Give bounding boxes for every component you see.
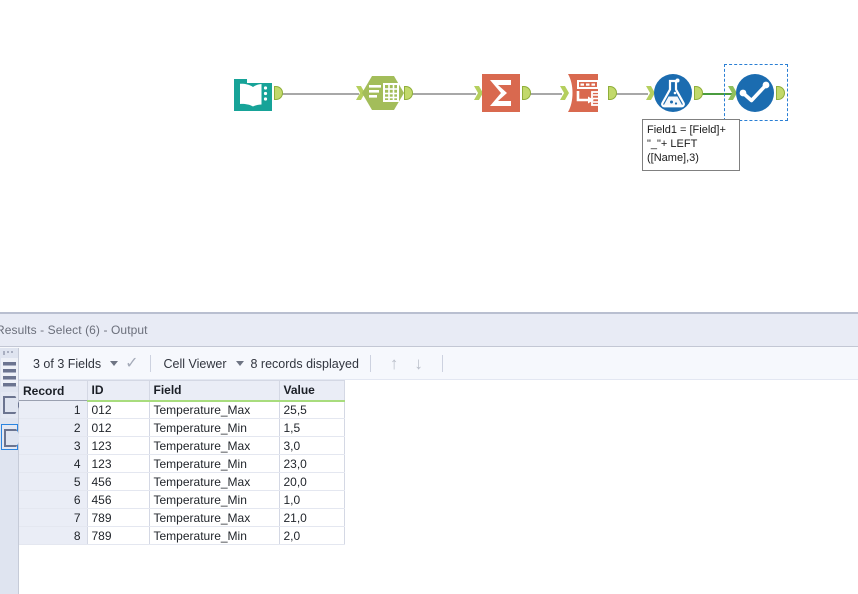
output-anchor-summarize[interactable] — [522, 86, 531, 100]
table-row[interactable]: 6 456 Temperature_Min 1,0 — [19, 490, 345, 509]
cell-record[interactable]: 2 — [19, 418, 88, 437]
table-row[interactable]: 3 123 Temperature_Max 3,0 — [19, 436, 345, 455]
cell-field[interactable]: Temperature_Min — [149, 490, 280, 509]
cell-field[interactable]: Temperature_Min — [149, 418, 280, 437]
table-header-row: Record ID Field Value — [19, 380, 345, 402]
column-header-record[interactable]: Record — [19, 380, 88, 401]
cell-value[interactable]: 1,5 — [279, 418, 345, 437]
cell-value[interactable]: 21,0 — [279, 508, 345, 527]
chevron-down-icon[interactable] — [110, 361, 119, 366]
alteryx-designer-window: Field1 = [Field]+ "_"+ LEFT ([Name],3) R… — [0, 0, 858, 594]
toolbar-separator-3 — [441, 355, 443, 372]
cell-record[interactable]: 8 — [19, 526, 88, 545]
output-anchor-input-data[interactable] — [274, 86, 283, 100]
node-crosstab[interactable] — [560, 70, 617, 116]
cell-value[interactable]: 25,5 — [279, 400, 345, 419]
wire-input-to-select — [279, 93, 359, 95]
results-panel: Results - Select (6) - Output 3 of 3 Fie… — [0, 312, 858, 594]
viewer-label: Cell Viewer — [163, 356, 227, 371]
select-table-icon — [362, 76, 404, 110]
results-grid[interactable]: Record ID Field Value 1 012 Temperature_Ma… — [19, 380, 858, 594]
column-header-id[interactable]: ID — [87, 380, 150, 402]
results-toolbar: 3 of 3 Fields ✓ Cell Viewer 8 records di… — [19, 348, 858, 380]
cell-value[interactable]: 23,0 — [279, 454, 345, 473]
cell-field[interactable]: Temperature_Max — [149, 508, 280, 527]
crosstab-icon — [568, 74, 601, 112]
viewer-selector[interactable]: Cell Viewer — [162, 357, 251, 371]
fields-label: 3 of 3 Fields — [33, 356, 102, 371]
cell-field[interactable]: Temperature_Max — [149, 436, 280, 455]
output-anchor-select[interactable] — [404, 86, 413, 100]
cell-id[interactable]: 789 — [87, 526, 150, 545]
cell-id[interactable]: 012 — [87, 418, 150, 437]
anchor-hexagon-icon-1[interactable] — [1, 392, 20, 418]
table-row[interactable]: 4 123 Temperature_Min 23,0 — [19, 454, 345, 473]
cell-record[interactable]: 5 — [19, 472, 88, 491]
grip-dots-icon[interactable] — [3, 351, 17, 356]
cell-field[interactable]: Temperature_Min — [149, 526, 280, 545]
anchor-hexagon-icon-2-selected[interactable] — [1, 424, 21, 450]
scroll-down-icon[interactable]: ↓ — [414, 355, 423, 372]
table-row[interactable]: 7 789 Temperature_Max 21,0 — [19, 508, 345, 527]
column-header-field[interactable]: Field — [149, 380, 280, 402]
results-left-rail — [0, 348, 21, 594]
cell-field[interactable]: Temperature_Min — [149, 454, 280, 473]
data-lines-icon[interactable] — [1, 358, 18, 387]
node-summarize[interactable] — [474, 70, 531, 116]
wire-select-to-summarize — [404, 93, 476, 95]
node-formula[interactable] — [646, 70, 703, 116]
toolbar-separator-2 — [369, 355, 371, 372]
book-open-icon — [234, 79, 272, 111]
output-anchor-crosstab[interactable] — [608, 86, 617, 100]
fields-selector[interactable]: 3 of 3 Fields — [31, 357, 125, 371]
cell-field[interactable]: Temperature_Max — [149, 400, 280, 419]
sigma-icon — [482, 74, 520, 112]
cell-value[interactable]: 1,0 — [279, 490, 345, 509]
table-row[interactable]: 1 012 Temperature_Max 25,5 — [19, 400, 345, 419]
scroll-up-icon[interactable]: ↑ — [390, 355, 399, 372]
cell-field[interactable]: Temperature_Max — [149, 472, 280, 491]
cell-id[interactable]: 012 — [87, 400, 150, 419]
cell-record[interactable]: 4 — [19, 454, 88, 473]
cell-id[interactable]: 789 — [87, 508, 150, 527]
cell-value[interactable]: 20,0 — [279, 472, 345, 491]
cell-record[interactable]: 1 — [19, 400, 88, 419]
table-row[interactable]: 8 789 Temperature_Min 2,0 — [19, 526, 345, 545]
node-browse[interactable] — [728, 70, 785, 116]
results-title-bar: Results - Select (6) - Output — [0, 314, 858, 347]
cell-record[interactable]: 7 — [19, 508, 88, 527]
cell-id[interactable]: 123 — [87, 436, 150, 455]
cell-id[interactable]: 456 — [87, 472, 150, 491]
chevron-down-icon-2[interactable] — [235, 361, 244, 366]
output-anchor-formula[interactable] — [694, 86, 703, 100]
cell-record[interactable]: 6 — [19, 490, 88, 509]
browse-chart-icon — [736, 74, 774, 112]
column-header-value[interactable]: Value — [279, 380, 345, 402]
cell-id[interactable]: 456 — [87, 490, 150, 509]
table-row[interactable]: 2 012 Temperature_Min 1,5 — [19, 418, 345, 437]
records-displayed-label: 8 records displayed — [250, 356, 359, 371]
results-table: Record ID Field Value 1 012 Temperature_Ma… — [19, 380, 345, 545]
cell-id[interactable]: 123 — [87, 454, 150, 473]
toolbar-separator-1 — [149, 355, 151, 372]
flask-icon — [654, 74, 692, 112]
results-title: Results - Select (6) - Output — [0, 323, 148, 337]
node-select[interactable] — [356, 70, 413, 116]
cell-value[interactable]: 3,0 — [279, 436, 345, 455]
workflow-canvas[interactable]: Field1 = [Field]+ "_"+ LEFT ([Name],3) — [0, 0, 858, 312]
cell-value[interactable]: 2,0 — [279, 526, 345, 545]
table-row[interactable]: 5 456 Temperature_Max 20,0 — [19, 472, 345, 491]
node-input-data[interactable] — [230, 70, 283, 116]
cell-record[interactable]: 3 — [19, 436, 88, 455]
check-icon[interactable]: ✓ — [125, 355, 138, 372]
formula-annotation[interactable]: Field1 = [Field]+ "_"+ LEFT ([Name],3) — [642, 119, 740, 171]
